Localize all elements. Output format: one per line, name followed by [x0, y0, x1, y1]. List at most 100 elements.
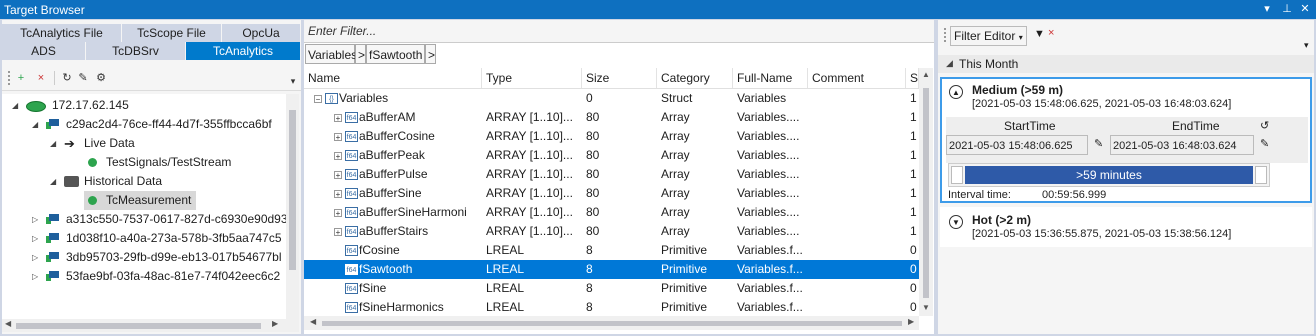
toolbar-overflow-icon[interactable]: ▾: [286, 74, 300, 88]
edit-end-icon[interactable]: ✎: [1260, 137, 1269, 150]
tree-horizontal-scrollbar[interactable]: ◀ ▶: [2, 319, 299, 332]
table-row[interactable]: f64 fCosine LREAL 8 Primitive Variables.f... 0: [304, 241, 919, 260]
collapsed-arrow-icon[interactable]: ▷: [32, 210, 38, 229]
tree-node-label: 3db95703-29fb-d99e-eb13-017b54677bl: [66, 250, 282, 264]
end-time-field[interactable]: 2021-05-03 16:48:03.624: [1110, 135, 1254, 155]
close-icon[interactable]: ✕: [1298, 2, 1312, 15]
scroll-left-icon[interactable]: ◀: [5, 319, 11, 328]
scroll-thumb[interactable]: [923, 88, 929, 298]
edit-start-icon[interactable]: ✎: [1094, 137, 1103, 150]
table-row[interactable]: f64 fSine LREAL 8 Primitive Variables.f... 0: [304, 279, 919, 298]
filter-editor-dropdown[interactable]: Filter Editor ▾: [950, 26, 1027, 46]
cell-category: Array: [661, 167, 690, 181]
breadcrumb-fsawtooth[interactable]: fSawtooth: [366, 44, 425, 64]
collapsed-arrow-icon[interactable]: ▷: [32, 248, 38, 267]
edit-icon[interactable]: ✎: [76, 71, 90, 85]
expand-icon[interactable]: +: [334, 170, 342, 179]
table-row[interactable]: + f64 aBufferAM ARRAY [1..10]... 80 Array Vari…: [304, 108, 919, 127]
filter-icon[interactable]: ▼: [1034, 28, 1045, 40]
scroll-left-icon[interactable]: ◀: [310, 317, 316, 326]
tab-ads[interactable]: ADS: [2, 42, 86, 60]
grid-vertical-scrollbar[interactable]: ▲ ▼: [919, 68, 933, 316]
expand-arrow-icon[interactable]: ◢: [50, 172, 56, 191]
breadcrumb-variables[interactable]: Variables: [305, 44, 357, 64]
table-row[interactable]: + f64 aBufferCosine ARRAY [1..10]... 80 Array…: [304, 127, 919, 146]
table-row[interactable]: + f64 aBufferSine ARRAY [1..10]... 80 Array Va…: [304, 184, 919, 203]
column-header-size[interactable]: Size: [582, 68, 657, 88]
column-header-comment[interactable]: Comment: [808, 68, 906, 88]
tab-tcanalytics-file[interactable]: TcAnalytics File: [2, 24, 122, 42]
collapsed-arrow-icon[interactable]: ▷: [32, 267, 38, 286]
time-range-slider[interactable]: >59 minutes: [948, 163, 1270, 187]
scroll-right-icon[interactable]: ▶: [272, 319, 278, 328]
tree-node-tcmeasurement[interactable]: TcMeasurement: [84, 191, 196, 210]
expand-icon[interactable]: +: [334, 113, 342, 122]
table-row[interactable]: + f64 aBufferPulse ARRAY [1..10]... 80 Array V…: [304, 165, 919, 184]
dropdown-icon[interactable]: ▾: [1260, 2, 1274, 15]
cell-type: LREAL: [486, 300, 525, 314]
expand-icon[interactable]: +: [334, 189, 342, 198]
tab-tcanalytics[interactable]: TcAnalytics: [186, 42, 301, 60]
expand-icon[interactable]: +: [334, 151, 342, 160]
cell-fullname: Variables.f...: [737, 262, 803, 276]
window-title-bar: Target Browser ▾ ⊥ ✕: [0, 0, 1316, 19]
column-header-type[interactable]: Type: [482, 68, 582, 88]
expand-arrow-icon[interactable]: ◢: [32, 115, 38, 134]
group-header[interactable]: ◢ This Month: [938, 55, 1314, 73]
clear-filter-icon[interactable]: ×: [1048, 27, 1054, 39]
slider-range-bar[interactable]: >59 minutes: [965, 166, 1253, 184]
column-header-s[interactable]: S: [906, 68, 919, 88]
grid-horizontal-scrollbar[interactable]: ◀ ▶: [304, 316, 919, 330]
expand-circle-icon[interactable]: ▼: [949, 215, 963, 229]
scroll-thumb[interactable]: [289, 110, 296, 270]
tab-tcdbsrv[interactable]: TcDBSrv: [86, 42, 186, 60]
cell-category: Array: [661, 110, 690, 124]
slider-right-handle[interactable]: [1255, 166, 1267, 184]
collapse-circle-icon[interactable]: ▲: [949, 85, 963, 99]
table-row[interactable]: + f64 aBufferPeak ARRAY [1..10]... 80 Array Va…: [304, 146, 919, 165]
expand-icon[interactable]: +: [334, 132, 342, 141]
cell-category: Struct: [661, 91, 693, 105]
expand-icon[interactable]: +: [334, 227, 342, 236]
breadcrumb-separator[interactable]: >: [355, 44, 366, 64]
table-row[interactable]: + f64 aBufferSineHarmoni ARRAY [1..10]... 80…: [304, 203, 919, 222]
expand-arrow-icon[interactable]: ◢: [12, 96, 18, 115]
scroll-thumb[interactable]: [16, 323, 261, 329]
column-header-category[interactable]: Category: [657, 68, 733, 88]
collapse-arrow-icon[interactable]: ◢: [946, 58, 953, 69]
start-time-field[interactable]: 2021-05-03 15:48:06.625: [946, 135, 1088, 155]
breadcrumb-separator[interactable]: >: [425, 44, 436, 64]
tab-row-2: ADS TcDBSrv TcAnalytics: [2, 42, 301, 60]
refresh-icon[interactable]: ↻: [60, 71, 74, 85]
tree-node-teststream[interactable]: TestSignals/TestStream: [88, 153, 231, 172]
table-row[interactable]: f64 fSawtooth LREAL 8 Primitive Variables.f..…: [304, 260, 919, 279]
collapsed-arrow-icon[interactable]: ▷: [32, 229, 38, 248]
tab-opcua[interactable]: OpcUa: [222, 24, 301, 42]
filter-input[interactable]: Enter Filter...: [304, 20, 934, 43]
collapse-icon[interactable]: −: [314, 94, 322, 103]
toolbar-overflow-icon[interactable]: ▾: [1304, 40, 1309, 51]
column-header-name[interactable]: Name: [304, 68, 482, 88]
column-header-fullname[interactable]: Full-Name: [733, 68, 808, 88]
scroll-right-icon[interactable]: ▶: [908, 317, 914, 326]
gear-icon[interactable]: ⚙: [94, 71, 108, 85]
scroll-up-icon[interactable]: ▲: [922, 70, 930, 79]
table-row[interactable]: −{} Variables 0 Struct Variables 1: [304, 89, 919, 108]
table-row[interactable]: + f64 aBufferStairs ARRAY [1..10]... 80 Array…: [304, 222, 919, 241]
expand-icon[interactable]: +: [334, 208, 342, 217]
slider-left-handle[interactable]: [951, 166, 963, 184]
filter-card-medium[interactable]: ▲ Medium (>59 m) [2021-05-03 15:48:06.62…: [940, 77, 1312, 203]
scroll-down-icon[interactable]: ▼: [922, 303, 930, 312]
expand-arrow-icon[interactable]: ◢: [50, 134, 56, 153]
cell-fullname: Variables: [737, 91, 787, 105]
pin-icon[interactable]: ⊥: [1280, 2, 1294, 15]
remove-target-icon[interactable]: ×: [34, 71, 48, 85]
tree-vertical-scrollbar[interactable]: [286, 94, 299, 319]
table-row[interactable]: f64 fSineHarmonics LREAL 8 Primitive Variable…: [304, 298, 919, 317]
cell-fullname: Variables....: [737, 224, 800, 238]
filter-card-hot[interactable]: ▼ Hot (>2 m) [2021-05-03 15:36:55.875, 2…: [940, 207, 1312, 247]
reset-icon[interactable]: ↺: [1260, 119, 1269, 132]
add-target-icon[interactable]: +: [14, 71, 28, 85]
scroll-thumb[interactable]: [322, 321, 902, 326]
tab-tcscope-file[interactable]: TcScope File: [122, 24, 222, 42]
